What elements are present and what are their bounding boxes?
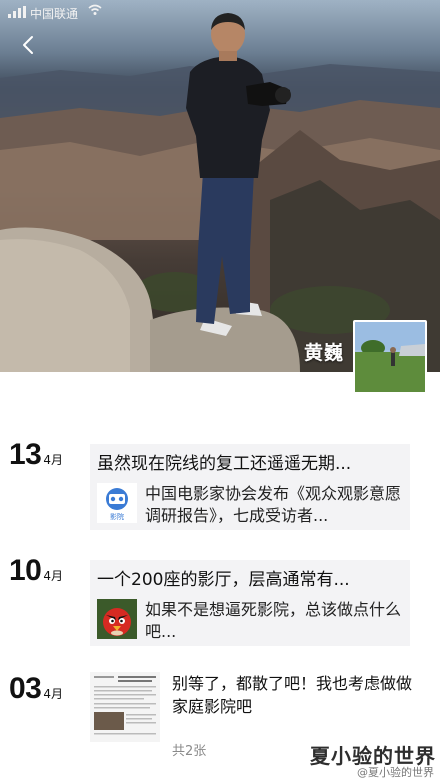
avatar-photo — [355, 322, 425, 392]
thumb-caption: 影院 — [110, 512, 124, 521]
angry-bird-icon — [97, 599, 137, 639]
canyon-scene — [0, 13, 440, 372]
post-date: 03 4月 — [9, 672, 63, 706]
post-month: 4月 — [43, 569, 64, 583]
post-date: 10 4月 — [9, 554, 63, 588]
signal-icon — [8, 6, 26, 18]
shared-link-text: 如果不是想逼死影院，总该做点什么吧... — [145, 600, 402, 641]
post-title: 一个200座的影厅，层高通常有... — [97, 570, 350, 590]
back-arrow-icon[interactable] — [18, 34, 40, 56]
post-day: 10 — [9, 554, 42, 587]
status-bar: 中国联通 — [0, 0, 440, 26]
post-day: 03 — [9, 672, 42, 705]
carrier-label: 中国联通 — [30, 7, 79, 21]
post-month: 4月 — [43, 453, 64, 467]
post-day: 13 — [9, 438, 42, 471]
post-title: 虽然现在院线的复工还遥遥无期... — [97, 454, 352, 474]
watermark-handle: @夏小验的世界 — [357, 766, 434, 779]
post-card[interactable]: 一个200座的影厅，层高通常有... 如果不是想逼死影院，总该做点什么吧... — [90, 560, 410, 646]
wifi-icon — [88, 4, 102, 15]
avatar[interactable] — [353, 320, 427, 394]
article-screenshot-image — [90, 672, 160, 742]
post-date: 13 4月 — [9, 438, 63, 472]
post-text: 别等了，都散了吧！我也考虑做做家庭影院吧 — [172, 674, 413, 716]
shared-link-text: 中国电影家协会发布《观众观影意愿调研报告》，七成受访者... — [145, 484, 402, 525]
post-month: 4月 — [43, 687, 64, 701]
profile-name: 黄巍 — [303, 342, 344, 364]
post-image-thumbnail[interactable] — [90, 672, 160, 742]
film-reel-logo-icon: 影院 — [97, 483, 137, 523]
cover-photo[interactable]: 中国联通 黄巍 — [0, 0, 440, 372]
post-card[interactable]: 虽然现在院线的复工还遥遥无期... 影院 中国电影家协会发布《观众观影意愿调研报… — [90, 444, 410, 530]
shared-link[interactable]: 影院 中国电影家协会发布《观众观影意愿调研报告》，七成受访者... — [97, 483, 402, 527]
shared-link[interactable]: 如果不是想逼死影院，总该做点什么吧... — [97, 599, 402, 643]
image-count: 共2张 — [172, 744, 207, 759]
